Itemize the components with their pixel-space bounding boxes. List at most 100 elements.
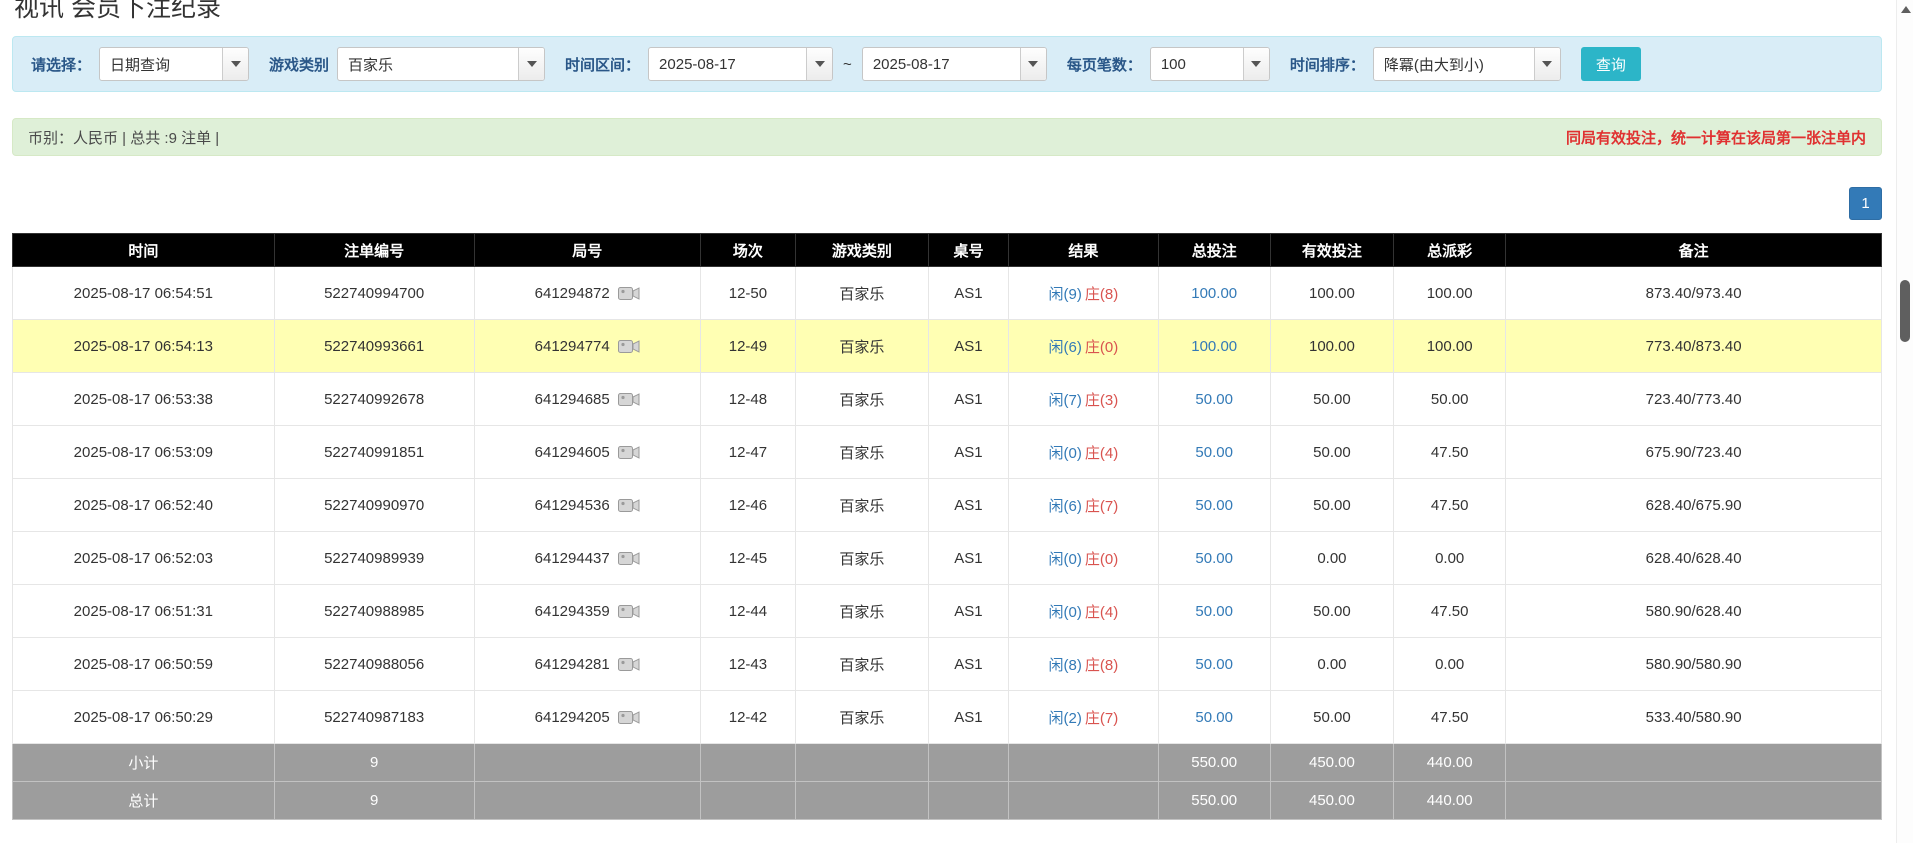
chevron-down-icon[interactable] <box>1243 48 1269 80</box>
chevron-down-icon[interactable] <box>1020 48 1046 80</box>
video-replay-icon[interactable] <box>618 285 640 302</box>
date-to-dropdown[interactable]: 2025-08-17 <box>862 47 1047 81</box>
cell-round-id: 641294536 <box>474 479 700 532</box>
chevron-down-icon[interactable] <box>222 48 248 80</box>
query-type-dropdown[interactable]: 日期查询 <box>99 47 249 81</box>
table-row: 2025-08-17 06:50:29 522740987183 6412942… <box>13 691 1882 744</box>
cell-payout: 0.00 <box>1394 532 1506 585</box>
cell-bet-id: 522740994700 <box>274 267 474 320</box>
header-total-bet: 总投注 <box>1158 234 1270 267</box>
subtotal-total-bet: 550.00 <box>1158 744 1270 782</box>
result-banker: 庄(7) <box>1085 498 1118 515</box>
result-player: 闲(8) <box>1049 657 1082 674</box>
total-bet-link[interactable]: 50.00 <box>1195 391 1233 408</box>
scroll-up-icon[interactable] <box>1901 6 1911 13</box>
header-round-id: 局号 <box>474 234 700 267</box>
chevron-down-icon[interactable] <box>1534 48 1560 80</box>
video-replay-icon[interactable] <box>618 391 640 408</box>
cell-table-no: AS1 <box>928 691 1008 744</box>
table-row: 2025-08-17 06:54:13 522740993661 6412947… <box>13 320 1882 373</box>
chevron-down-icon[interactable] <box>806 48 832 80</box>
cell-time: 2025-08-17 06:53:38 <box>13 373 275 426</box>
cell-session: 12-44 <box>700 585 795 638</box>
video-replay-icon[interactable] <box>618 656 640 673</box>
page-size-dropdown[interactable]: 100 <box>1150 47 1270 81</box>
page-title: 视讯 会员下注纪录 <box>14 0 1882 24</box>
header-session: 场次 <box>700 234 795 267</box>
total-bet-link[interactable]: 100.00 <box>1191 338 1237 355</box>
subtotal-label: 小计 <box>13 744 275 782</box>
cell-bet-id: 522740987183 <box>274 691 474 744</box>
result-banker: 庄(4) <box>1085 445 1118 462</box>
cell-bet-id: 522740988056 <box>274 638 474 691</box>
cell-result: 闲(0)庄(4) <box>1009 585 1159 638</box>
cell-result: 闲(0)庄(0) <box>1009 532 1159 585</box>
cell-remark: 628.40/675.90 <box>1506 479 1882 532</box>
cell-game-type: 百家乐 <box>796 691 929 744</box>
sort-order-dropdown[interactable]: 降冪(由大到小) <box>1373 47 1561 81</box>
cell-session: 12-48 <box>700 373 795 426</box>
result-banker: 庄(7) <box>1085 710 1118 727</box>
cell-round-id: 641294281 <box>474 638 700 691</box>
scrollbar[interactable] <box>1896 0 1913 843</box>
header-bet-id: 注单编号 <box>274 234 474 267</box>
bet-records-table: 时间 注单编号 局号 场次 游戏类别 桌号 结果 总投注 有效投注 总派彩 备注… <box>12 233 1882 820</box>
total-bet-link[interactable]: 50.00 <box>1195 497 1233 514</box>
cell-payout: 100.00 <box>1394 267 1506 320</box>
cell-time: 2025-08-17 06:54:13 <box>13 320 275 373</box>
cell-total-bet: 100.00 <box>1158 267 1270 320</box>
query-type-label: 请选择： <box>31 54 91 75</box>
cell-time: 2025-08-17 06:51:31 <box>13 585 275 638</box>
search-button[interactable]: 查询 <box>1581 47 1641 81</box>
cell-total-bet: 50.00 <box>1158 638 1270 691</box>
subtotal-row: 小计 9 550.00 450.00 440.00 <box>13 744 1882 782</box>
video-replay-icon[interactable] <box>618 338 640 355</box>
cell-time: 2025-08-17 06:53:09 <box>13 426 275 479</box>
total-bet-link[interactable]: 100.00 <box>1191 285 1237 302</box>
result-player: 闲(2) <box>1049 710 1082 727</box>
game-type-dropdown[interactable]: 百家乐 <box>337 47 545 81</box>
table-row: 2025-08-17 06:51:31 522740988985 6412943… <box>13 585 1882 638</box>
cell-round-id: 641294774 <box>474 320 700 373</box>
cell-valid-bet: 0.00 <box>1270 532 1393 585</box>
video-replay-icon[interactable] <box>618 550 640 567</box>
cell-session: 12-42 <box>700 691 795 744</box>
cell-bet-id: 522740989939 <box>274 532 474 585</box>
cell-session: 12-47 <box>700 426 795 479</box>
table-header: 时间 注单编号 局号 场次 游戏类别 桌号 结果 总投注 有效投注 总派彩 备注 <box>13 234 1882 267</box>
page-button-1[interactable]: 1 <box>1849 187 1882 220</box>
cell-bet-id: 522740990970 <box>274 479 474 532</box>
total-bet-link[interactable]: 50.00 <box>1195 550 1233 567</box>
chevron-down-icon[interactable] <box>518 48 544 80</box>
video-replay-icon[interactable] <box>618 444 640 461</box>
table-row: 2025-08-17 06:52:40 522740990970 6412945… <box>13 479 1882 532</box>
cell-bet-id: 522740991851 <box>274 426 474 479</box>
date-from-dropdown[interactable]: 2025-08-17 <box>648 47 833 81</box>
video-replay-icon[interactable] <box>618 497 640 514</box>
total-total-bet: 550.00 <box>1158 782 1270 820</box>
game-type-value: 百家乐 <box>338 48 518 80</box>
total-payout: 440.00 <box>1394 782 1506 820</box>
video-replay-icon[interactable] <box>618 709 640 726</box>
result-banker: 庄(4) <box>1085 604 1118 621</box>
sort-order-value: 降冪(由大到小) <box>1374 48 1534 80</box>
cell-total-bet: 100.00 <box>1158 320 1270 373</box>
total-bet-link[interactable]: 50.00 <box>1195 709 1233 726</box>
cell-table-no: AS1 <box>928 426 1008 479</box>
cell-total-bet: 50.00 <box>1158 373 1270 426</box>
table-row: 2025-08-17 06:50:59 522740988056 6412942… <box>13 638 1882 691</box>
cell-time: 2025-08-17 06:52:03 <box>13 532 275 585</box>
cell-session: 12-45 <box>700 532 795 585</box>
cell-game-type: 百家乐 <box>796 320 929 373</box>
total-bet-link[interactable]: 50.00 <box>1195 444 1233 461</box>
video-replay-icon[interactable] <box>618 603 640 620</box>
cell-result: 闲(6)庄(0) <box>1009 320 1159 373</box>
total-bet-link[interactable]: 50.00 <box>1195 603 1233 620</box>
total-bet-link[interactable]: 50.00 <box>1195 656 1233 673</box>
page-size-label: 每页笔数： <box>1067 54 1142 75</box>
date-from-value: 2025-08-17 <box>649 48 806 80</box>
cell-valid-bet: 50.00 <box>1270 691 1393 744</box>
total-valid-bet: 450.00 <box>1270 782 1393 820</box>
cell-payout: 47.50 <box>1394 585 1506 638</box>
scrollbar-thumb[interactable] <box>1900 280 1910 342</box>
